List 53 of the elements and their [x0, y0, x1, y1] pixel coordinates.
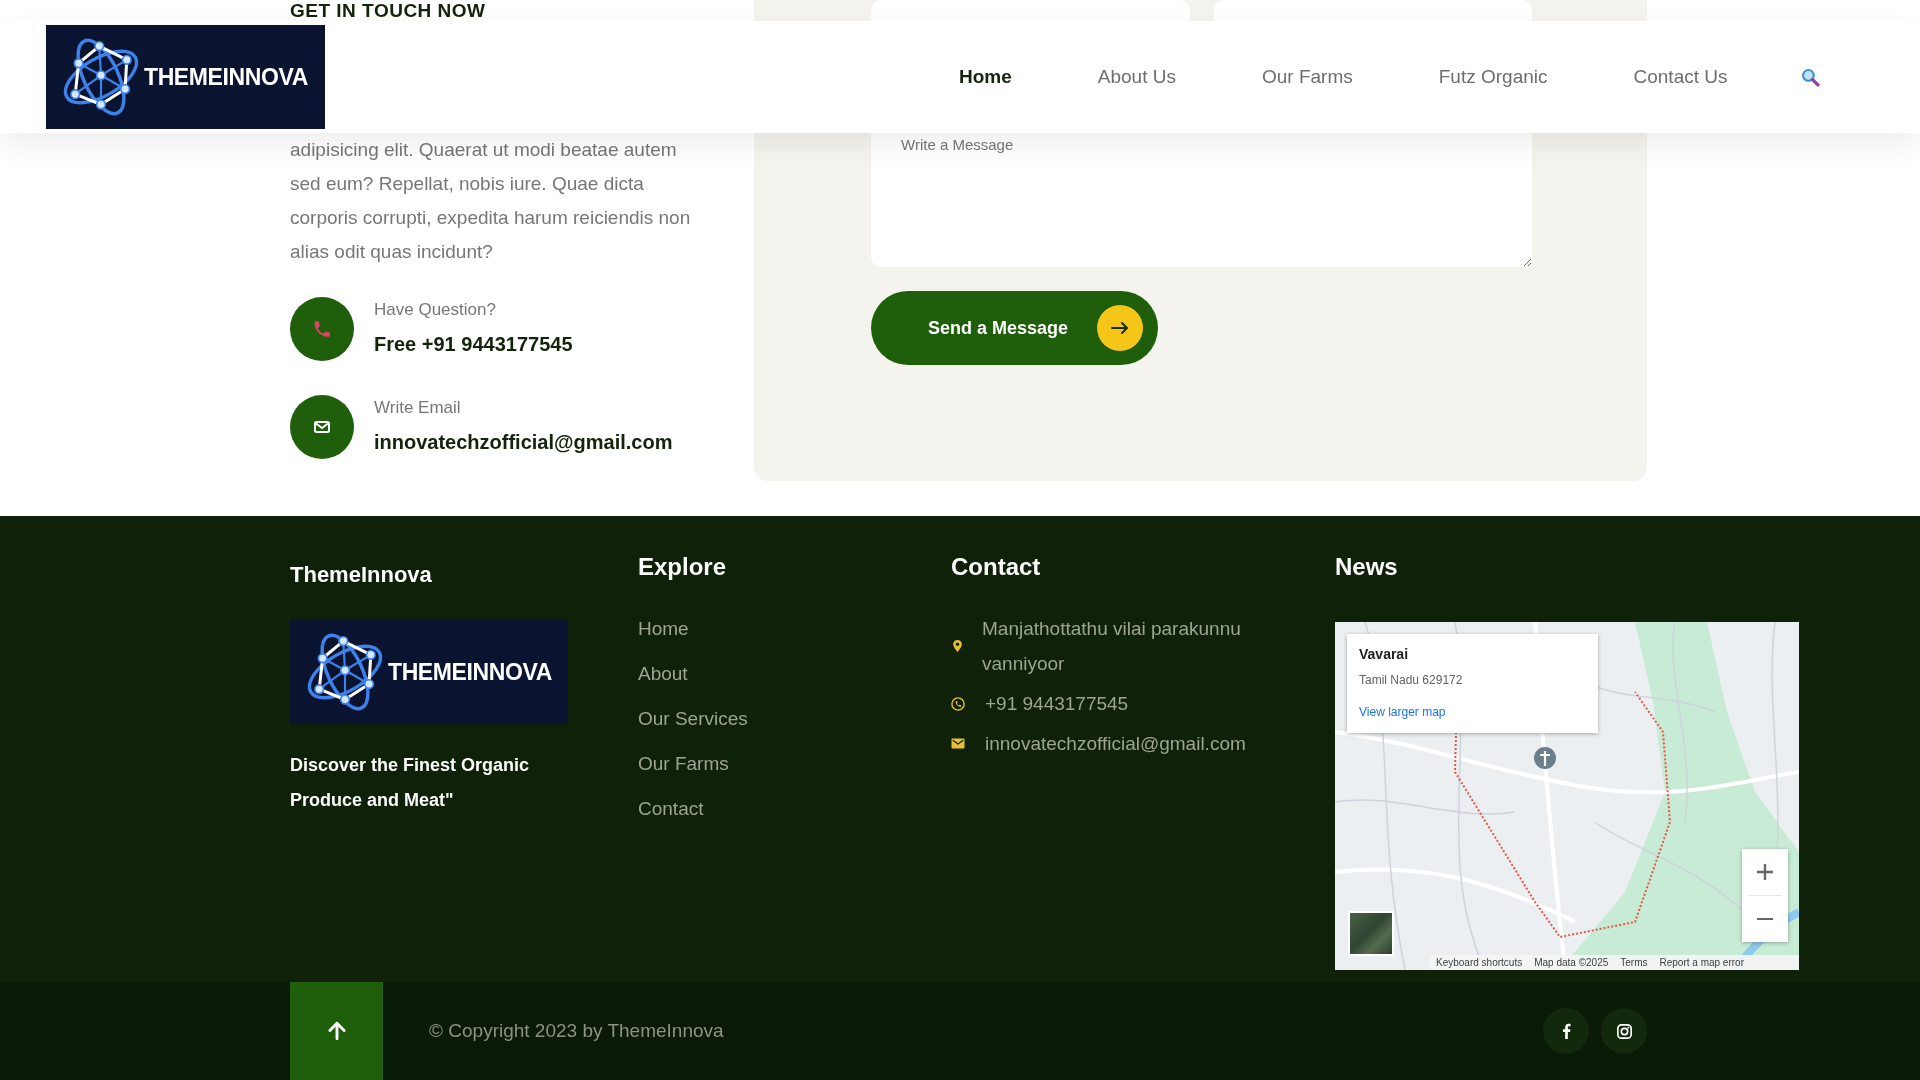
- facebook-icon: [1561, 1023, 1571, 1039]
- envelope-icon: [951, 738, 965, 749]
- footer-link[interactable]: About: [638, 651, 688, 696]
- minus-icon: [1756, 918, 1774, 920]
- arrow-up-icon: [325, 1020, 348, 1042]
- contact-value: innovatechzofficial@gmail.com: [374, 430, 673, 455]
- place-address: Tamil Nadu 629172: [1359, 672, 1463, 689]
- nav-link[interactable]: Home: [959, 66, 1012, 88]
- nav-link[interactable]: About Us: [1097, 66, 1176, 88]
- zoom-in-button[interactable]: [1742, 849, 1788, 895]
- attribution-link[interactable]: Report a map error: [1659, 955, 1744, 970]
- contact-detail: +91 9443177545: [985, 692, 1129, 716]
- view-larger-map-link[interactable]: View larger map: [1359, 703, 1446, 721]
- nav-link[interactable]: Our Farms: [1261, 66, 1353, 88]
- contact-label: Write Email: [374, 397, 461, 419]
- contact-detail: Manjathottathu vilai parakunnu vanniyoor: [982, 617, 1242, 676]
- logo-text: THEMEINNOVA: [388, 658, 552, 686]
- message-field[interactable]: Write a Message: [871, 133, 1532, 267]
- instagram-icon: [1616, 1023, 1632, 1039]
- contact-detail: innovatechzofficial@gmail.com: [985, 732, 1246, 756]
- attribution-link[interactable]: Keyboard shortcuts: [1436, 955, 1523, 970]
- footer-heading: ThemeInnova: [290, 561, 432, 589]
- nav-link[interactable]: Contact Us: [1633, 66, 1728, 88]
- envelope-icon: [290, 395, 354, 459]
- attribution-link[interactable]: Map data ©2025: [1534, 955, 1609, 970]
- instagram-button[interactable]: [1601, 1008, 1647, 1054]
- contact-value: Free +91 9443177545: [374, 332, 573, 357]
- map-pin-icon: [953, 640, 962, 652]
- attribution-link[interactable]: Terms: [1620, 955, 1648, 970]
- footer-heading: Contact: [951, 553, 1041, 581]
- phone-icon: [951, 696, 965, 711]
- intro-paragraph: adipisicing elit. Quaerat ut modi beatae autem sed eum? Repellat, nobis iure. Quae dicta corporis corrupti, expedita harum reiciendis non alias odit quas incidunt?: [290, 138, 692, 264]
- place-name: Vavarai: [1359, 645, 1409, 664]
- logo-banner[interactable]: THEMEINNOVA: [46, 25, 325, 129]
- footer-heading: News: [1335, 553, 1398, 581]
- footer-link[interactable]: Our Farms: [638, 741, 729, 786]
- footer-link[interactable]: Home: [638, 606, 689, 651]
- facebook-button[interactable]: [1543, 1008, 1589, 1054]
- tagline: Discover the Finest Organic Produce and Meat": [290, 754, 531, 812]
- satellite-view-button[interactable]: [1348, 911, 1394, 956]
- contact-label: Have Question?: [374, 299, 496, 321]
- plus-icon: [1756, 863, 1774, 881]
- section-heading: GET IN TOUCH NOW: [290, 0, 486, 21]
- footer-link[interactable]: Our Services: [638, 696, 748, 741]
- footer-link[interactable]: Contact: [638, 786, 704, 831]
- logo-text: THEMEINNOVA: [144, 63, 308, 91]
- arrow-right-icon: [1097, 305, 1143, 351]
- phone-icon: [290, 297, 354, 361]
- copyright-text: © Copyright 2023 by ThemeInnova: [429, 1020, 724, 1042]
- send-message-button[interactable]: Send a Message: [871, 291, 1158, 365]
- footer-heading: Explore: [638, 553, 727, 581]
- search-icon[interactable]: [1801, 67, 1821, 87]
- nav-link[interactable]: Futz Organic: [1438, 66, 1548, 88]
